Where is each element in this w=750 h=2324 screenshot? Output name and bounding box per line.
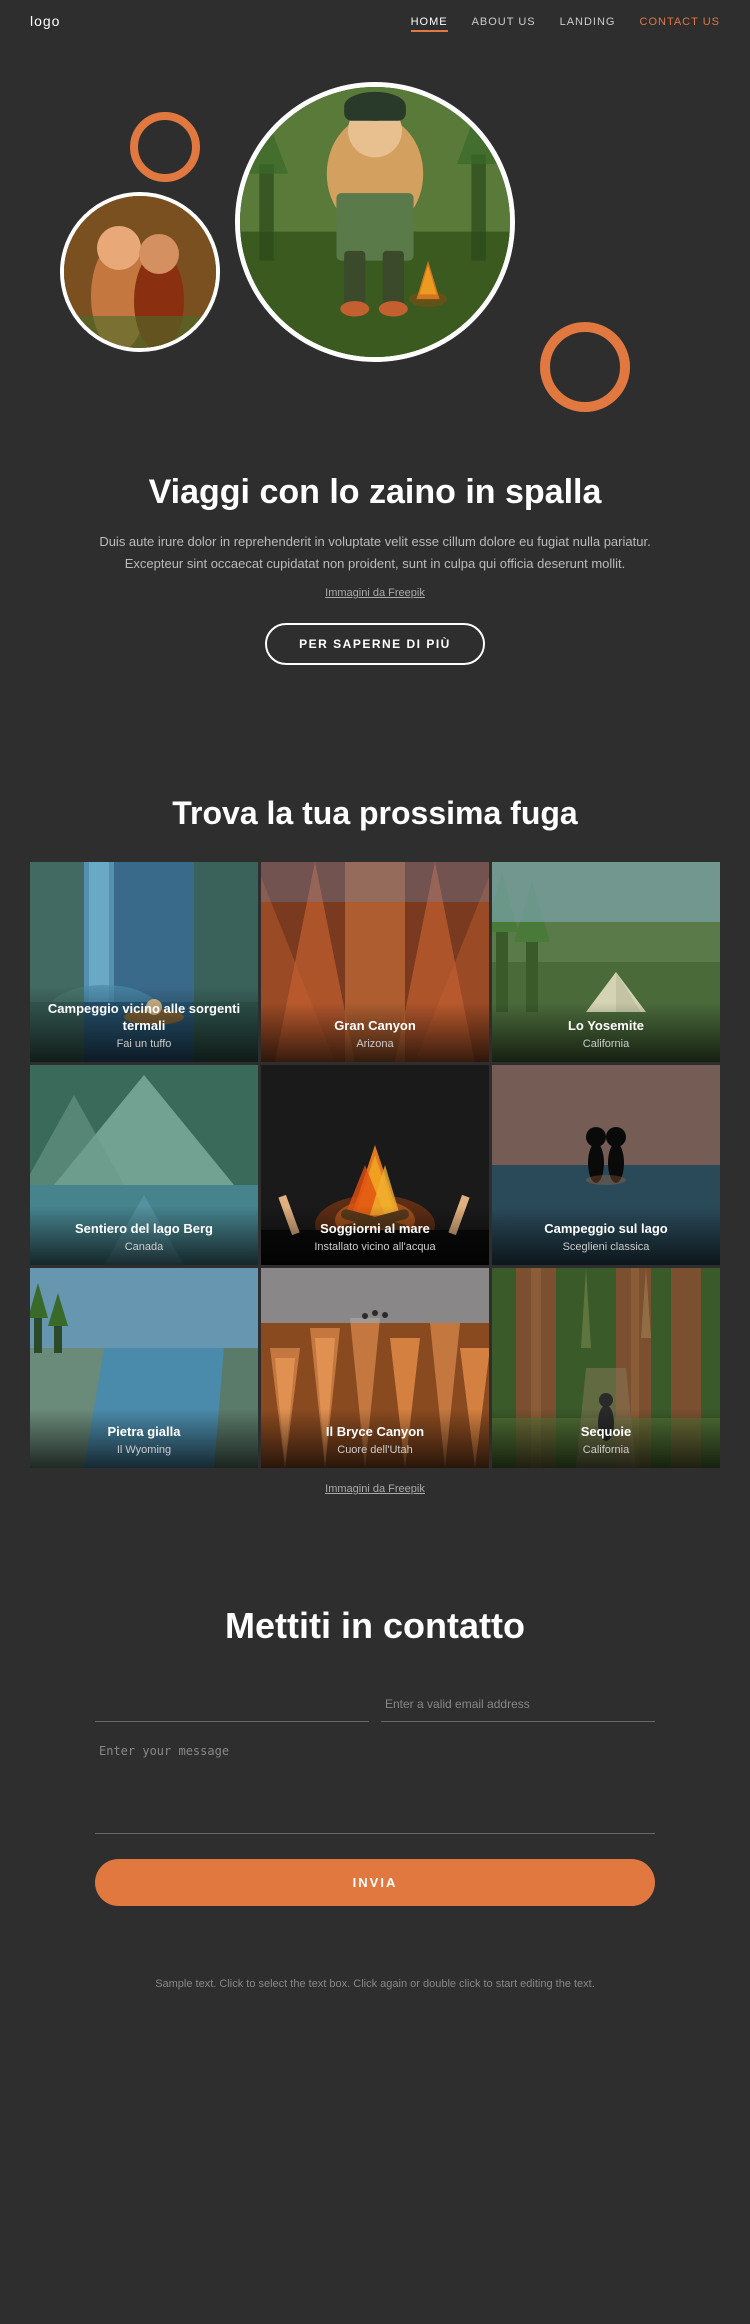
dest-title-0: Campeggio vicino alle sorgenti termali bbox=[42, 1001, 246, 1035]
nav-link-home[interactable]: HOME bbox=[411, 16, 448, 32]
contact-form: INVIA bbox=[95, 1687, 655, 1916]
dest-subtitle-4: Installato vicino all'acqua bbox=[273, 1241, 477, 1253]
dest-card-7[interactable]: Il Bryce Canyon Cuore dell'Utah bbox=[261, 1268, 489, 1468]
dest-card-2[interactable]: Lo Yosemite California bbox=[492, 862, 720, 1062]
dest-title-6: Pietra gialla bbox=[42, 1424, 246, 1441]
dest-subtitle-6: Il Wyoming bbox=[42, 1444, 246, 1456]
destinations-grid: Campeggio vicino alle sorgenti termali F… bbox=[30, 862, 720, 1468]
dest-card-4[interactable]: Soggiorni al mare Installato vicino all'… bbox=[261, 1065, 489, 1265]
dest-subtitle-1: Arizona bbox=[273, 1038, 477, 1050]
deco-circle-1 bbox=[130, 112, 200, 182]
dest-overlay-8: Sequoie California bbox=[492, 1409, 720, 1468]
nav-item-home[interactable]: HOME bbox=[411, 12, 448, 30]
message-input[interactable] bbox=[95, 1734, 655, 1834]
dest-title-5: Campeggio sul lago bbox=[504, 1221, 708, 1238]
dest-subtitle-7: Cuore dell'Utah bbox=[273, 1444, 477, 1456]
dest-overlay-2: Lo Yosemite California bbox=[492, 1003, 720, 1062]
dest-overlay-3: Sentiero del lago Berg Canada bbox=[30, 1206, 258, 1265]
dest-overlay-7: Il Bryce Canyon Cuore dell'Utah bbox=[261, 1409, 489, 1468]
nav-link-contact[interactable]: CONTACT US bbox=[640, 16, 721, 28]
logo[interactable]: logo bbox=[30, 13, 60, 29]
deco-circle-2 bbox=[540, 322, 630, 412]
freepik-link[interactable]: Immagini da Freepik bbox=[90, 587, 660, 599]
dest-card-5[interactable]: Campeggio sul lago Sceglieni classica bbox=[492, 1065, 720, 1265]
dest-subtitle-0: Fai un tuffo bbox=[42, 1038, 246, 1050]
nav-link-about[interactable]: ABOUT US bbox=[472, 16, 536, 28]
name-input[interactable] bbox=[95, 1687, 369, 1722]
nav-links: HOME ABOUT US LANDING CONTACT US bbox=[411, 12, 720, 30]
dest-overlay-4: Soggiorni al mare Installato vicino all'… bbox=[261, 1206, 489, 1265]
hero-images bbox=[30, 62, 720, 442]
nav-link-landing[interactable]: LANDING bbox=[560, 16, 616, 28]
dest-overlay-5: Campeggio sul lago Sceglieni classica bbox=[492, 1206, 720, 1265]
hero-text-block: Viaggi con lo zaino in spalla Duis aute … bbox=[30, 442, 720, 685]
dest-overlay-6: Pietra gialla Il Wyoming bbox=[30, 1409, 258, 1468]
hero-photo-couple bbox=[64, 196, 216, 348]
navbar: logo HOME ABOUT US LANDING CONTACT US bbox=[0, 0, 750, 42]
dest-title-3: Sentiero del lago Berg bbox=[42, 1221, 246, 1238]
email-input[interactable] bbox=[381, 1687, 655, 1722]
dest-card-0[interactable]: Campeggio vicino alle sorgenti termali F… bbox=[30, 862, 258, 1062]
dest-title-2: Lo Yosemite bbox=[504, 1018, 708, 1035]
dest-subtitle-3: Canada bbox=[42, 1241, 246, 1253]
form-row-top bbox=[95, 1687, 655, 1722]
dest-card-3[interactable]: Sentiero del lago Berg Canada bbox=[30, 1065, 258, 1265]
footer-text: Sample text. Click to select the text bo… bbox=[30, 1976, 720, 1994]
nav-item-about[interactable]: ABOUT US bbox=[472, 12, 536, 30]
dest-title-7: Il Bryce Canyon bbox=[273, 1424, 477, 1441]
hero-title: Viaggi con lo zaino in spalla bbox=[90, 472, 660, 513]
trova-section: Trova la tua prossima fuga C bbox=[0, 745, 750, 1545]
trova-title: Trova la tua prossima fuga bbox=[30, 795, 720, 832]
dest-card-8[interactable]: Sequoie California bbox=[492, 1268, 720, 1468]
hero-section: Viaggi con lo zaino in spalla Duis aute … bbox=[0, 42, 750, 745]
cta-button[interactable]: PER SAPERNE DI PIÙ bbox=[265, 623, 485, 665]
dest-title-8: Sequoie bbox=[504, 1424, 708, 1441]
nav-item-contact[interactable]: CONTACT US bbox=[640, 12, 721, 30]
dest-title-4: Soggiorni al mare bbox=[273, 1221, 477, 1238]
contact-title: Mettiti in contatto bbox=[80, 1605, 670, 1647]
nav-item-landing[interactable]: LANDING bbox=[560, 12, 616, 30]
freepik-credit[interactable]: Immagini da Freepik bbox=[30, 1483, 720, 1515]
dest-card-6[interactable]: Pietra gialla Il Wyoming bbox=[30, 1268, 258, 1468]
hero-description: Duis aute irure dolor in reprehenderit i… bbox=[90, 531, 660, 575]
dest-card-1[interactable]: Gran Canyon Arizona bbox=[261, 862, 489, 1062]
contact-section: Mettiti in contatto INVIA bbox=[0, 1545, 750, 1956]
submit-button[interactable]: INVIA bbox=[95, 1859, 655, 1906]
footer: Sample text. Click to select the text bo… bbox=[0, 1956, 750, 2024]
dest-overlay-1: Gran Canyon Arizona bbox=[261, 1003, 489, 1062]
freepik-credit-link[interactable]: Immagini da Freepik bbox=[325, 1483, 425, 1495]
dest-title-1: Gran Canyon bbox=[273, 1018, 477, 1035]
dest-subtitle-5: Sceglieni classica bbox=[504, 1241, 708, 1253]
dest-subtitle-2: California bbox=[504, 1038, 708, 1050]
dest-subtitle-8: California bbox=[504, 1444, 708, 1456]
hero-image-small bbox=[60, 192, 220, 352]
hero-image-main bbox=[235, 82, 515, 362]
dest-overlay-0: Campeggio vicino alle sorgenti termali F… bbox=[30, 986, 258, 1062]
hero-photo-main bbox=[240, 87, 510, 357]
